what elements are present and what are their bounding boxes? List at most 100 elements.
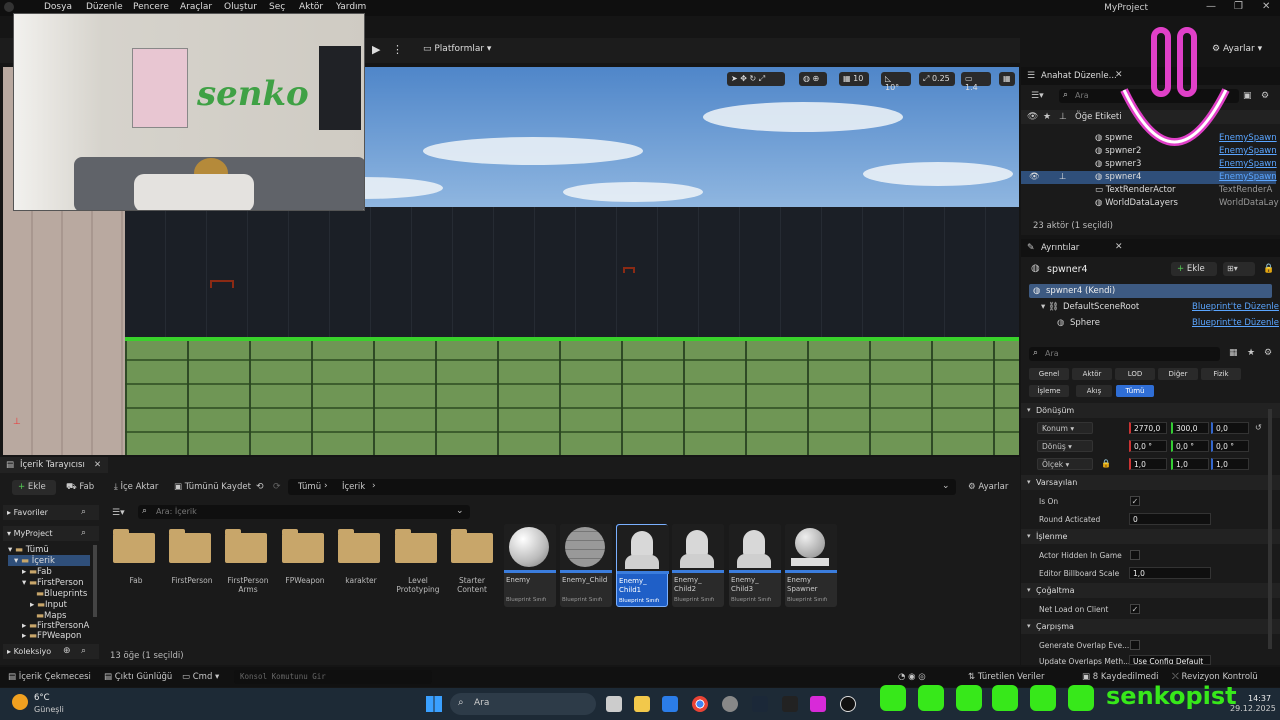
- filter-streaming[interactable]: Akış: [1076, 385, 1112, 397]
- tree-item-input[interactable]: ▸ ▬Input: [30, 600, 67, 610]
- console-input[interactable]: Konsol Komutunu Gir: [234, 670, 432, 684]
- folder-label[interactable]: FirstPerson Arms: [218, 576, 278, 594]
- camera-speed[interactable]: ▭ 1.4: [961, 72, 991, 92]
- content-browser-tab[interactable]: ▤ İçerik Tarayıcısı ✕: [0, 457, 108, 473]
- star-icon[interactable]: ★: [1043, 112, 1051, 122]
- outliner-row[interactable]: ▭ TextRenderActor: [1095, 185, 1176, 198]
- location-z[interactable]: 0,0: [1211, 422, 1249, 434]
- edit-in-blueprint-link[interactable]: Blueprint'te Düzenle: [1192, 302, 1279, 312]
- fab-button[interactable]: ⛟ Fab: [66, 482, 94, 493]
- close-icon[interactable]: ✕: [1262, 1, 1270, 12]
- tree-item-content[interactable]: ▾ ▬ İçerik: [14, 556, 55, 566]
- store-icon[interactable]: [662, 696, 678, 712]
- pin-icon[interactable]: ⊥: [1059, 112, 1067, 122]
- folder-icon[interactable]: [169, 529, 211, 563]
- settings-icon[interactable]: ⚙: [1264, 348, 1272, 358]
- filter-rendering[interactable]: İşleme: [1029, 385, 1069, 397]
- tree-item-maps[interactable]: ▬Maps: [36, 611, 66, 621]
- favorites-header[interactable]: ▸ Favoriler ⌕: [3, 505, 99, 520]
- eye-icon[interactable]: 👁: [1029, 172, 1040, 185]
- outliner-row-type[interactable]: WorldDataLay: [1219, 198, 1279, 211]
- location-dropdown[interactable]: Konum ▾: [1037, 422, 1093, 434]
- content-browser-close-icon[interactable]: ✕: [94, 460, 101, 470]
- windows-start-icon[interactable]: [426, 696, 442, 712]
- tree-scrollbar[interactable]: [93, 545, 97, 617]
- hidden-checkbox[interactable]: [1130, 550, 1140, 560]
- media-app-icon[interactable]: [810, 696, 826, 712]
- round-input[interactable]: 0: [1129, 513, 1211, 525]
- folder-add-icon[interactable]: ▣: [1243, 91, 1252, 101]
- chevron-down-icon[interactable]: ⌄: [456, 506, 464, 516]
- unsaved-button[interactable]: ▣ 8 Kaydedilmedi: [1082, 672, 1159, 682]
- unreal-logo-icon[interactable]: [4, 2, 14, 12]
- scale-z[interactable]: 1,0: [1211, 458, 1249, 470]
- overlap-checkbox[interactable]: [1130, 640, 1140, 650]
- asset-tile[interactable]: Enemy_ Child3 Blueprint Sınıfı: [729, 524, 781, 607]
- collapse-icon[interactable]: ▾: [1027, 406, 1031, 414]
- folder-label[interactable]: Level Prototyping: [388, 576, 448, 594]
- outliner-row-type[interactable]: EnemySpawn: [1219, 172, 1277, 185]
- output-log-button[interactable]: ▤ Çıktı Günlüğü: [104, 672, 172, 682]
- taskbar-search[interactable]: ⌕ Ara: [450, 693, 596, 715]
- task-view-icon[interactable]: [606, 696, 622, 712]
- filter-all[interactable]: Tümü: [1116, 385, 1154, 397]
- menu-actor[interactable]: Aktör: [299, 2, 323, 12]
- transform-section[interactable]: Dönüşüm: [1021, 403, 1280, 418]
- file-explorer-icon[interactable]: [634, 696, 650, 712]
- folder-label[interactable]: FirstPerson: [162, 576, 222, 585]
- more-options-icon[interactable]: ⋮: [392, 43, 403, 56]
- component-sphere[interactable]: Sphere: [1070, 318, 1100, 328]
- scale-snap[interactable]: ⤢ 0.25: [919, 72, 955, 86]
- outliner-row[interactable]: ◍ spwner4: [1095, 172, 1141, 185]
- clock-date[interactable]: 29.12.2025: [1230, 704, 1276, 713]
- tree-item-firstpersonarms[interactable]: ▸ ▬FirstPersonA: [22, 621, 92, 631]
- scale-dropdown[interactable]: Ölçek ▾: [1037, 458, 1093, 470]
- outliner-row-type[interactable]: TextRenderA: [1219, 185, 1272, 198]
- actor-name[interactable]: spwner4: [1047, 264, 1088, 275]
- chrome-icon[interactable]: [692, 696, 708, 712]
- folder-label[interactable]: karakter: [331, 576, 391, 585]
- self-component-row[interactable]: ◍ spwner4 (Kendi): [1029, 284, 1272, 298]
- derived-data-button[interactable]: ⇅ Türetilen Veriler: [968, 672, 1044, 682]
- replication-section[interactable]: Çoğaltma: [1021, 583, 1280, 598]
- maximize-icon[interactable]: ❐: [1234, 1, 1243, 12]
- filter-icon[interactable]: ☰▾: [112, 508, 125, 518]
- asset-tile[interactable]: Enemy_Child Blueprint Sınıfı: [560, 524, 612, 607]
- tree-item-fab[interactable]: ▸ ▬Fab: [22, 567, 52, 577]
- weather-icon[interactable]: [12, 694, 28, 710]
- layout-icon[interactable]: ▦: [999, 72, 1015, 86]
- menu-help[interactable]: Yardım: [336, 2, 366, 12]
- menu-build[interactable]: Oluştur: [224, 2, 257, 12]
- collapse-icon[interactable]: ▾: [1027, 478, 1031, 486]
- rotation-x[interactable]: 0,0 °: [1129, 440, 1167, 452]
- spawner-marker[interactable]: [623, 267, 635, 273]
- tree-item-blueprints[interactable]: ▬Blueprints: [36, 589, 87, 599]
- folder-icon[interactable]: [282, 529, 324, 563]
- location-x[interactable]: 2770,0: [1129, 422, 1167, 434]
- net-load-checkbox[interactable]: ✓: [1130, 604, 1140, 614]
- filter-general[interactable]: Genel: [1029, 368, 1069, 380]
- settings-icon[interactable]: ⚙: [1261, 91, 1269, 101]
- folder-icon[interactable]: [451, 529, 493, 563]
- outliner-tab[interactable]: Anahat Düzenle...: [1041, 71, 1117, 81]
- asset-tile[interactable]: Enemy Spawner Blueprint Sınıfı: [785, 524, 837, 607]
- spawner-marker[interactable]: [210, 280, 234, 288]
- collections-header[interactable]: ▸ Koleksiyo ⊕ ⌕: [3, 644, 99, 659]
- history-forward-icon[interactable]: ⟳: [273, 482, 281, 492]
- save-all-button[interactable]: ▣ Tümünü Kaydet: [174, 482, 251, 492]
- tree-item-firstperson[interactable]: ▾ ▬FirstPerson: [22, 578, 83, 588]
- collision-section[interactable]: Çarpışma: [1021, 619, 1280, 634]
- angle-snap[interactable]: ◺ 10°: [881, 72, 911, 92]
- search-icon[interactable]: ⌕: [81, 528, 86, 538]
- scale-x[interactable]: 1,0: [1129, 458, 1167, 470]
- outliner-row[interactable]: ◍ WorldDataLayers: [1095, 198, 1178, 211]
- filter-icon[interactable]: ☰▾: [1031, 91, 1044, 101]
- add-component-button[interactable]: + Ekle: [1171, 262, 1217, 276]
- defaults-section[interactable]: Varsayılan: [1021, 475, 1280, 490]
- search-icon[interactable]: ⌕: [81, 507, 86, 517]
- transform-tools[interactable]: ➤ ✥ ↻ ⤢: [727, 72, 785, 86]
- filter-lod[interactable]: LOD: [1115, 368, 1155, 380]
- location-y[interactable]: 300,0: [1171, 422, 1209, 434]
- folder-label[interactable]: Starter Content: [444, 576, 500, 594]
- scale-y[interactable]: 1,0: [1171, 458, 1209, 470]
